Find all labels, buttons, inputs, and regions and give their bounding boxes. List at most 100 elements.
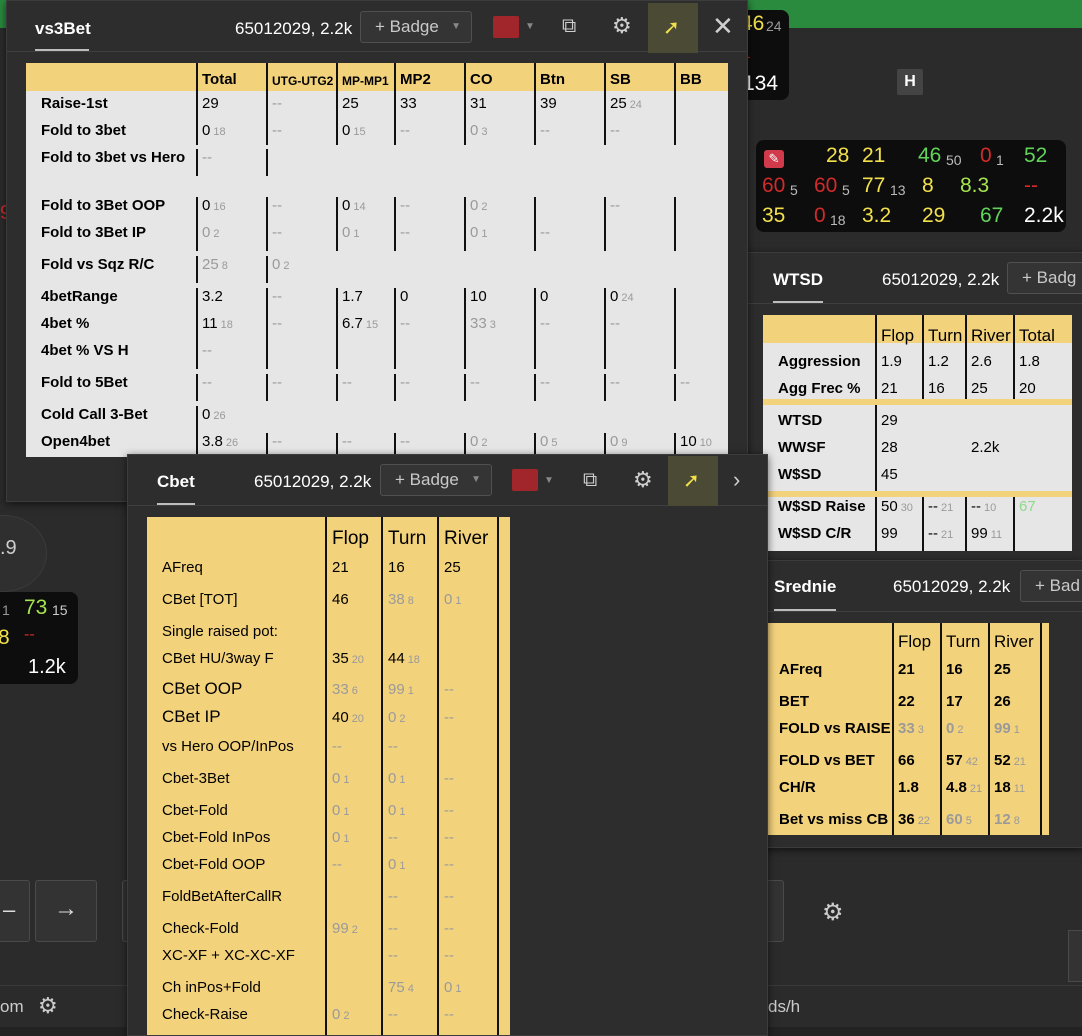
copy-icon[interactable]: ⧉ [562,15,576,38]
stat-value: 01 [470,224,487,241]
stat-value: -- [388,888,401,905]
gear-icon[interactable]: ⚙ [633,467,653,493]
stat-value: 57 42 [946,752,978,769]
stat-value [680,197,683,214]
tab-vs3bet[interactable]: vs3Bet [35,19,91,39]
pin-button[interactable]: ➚ [648,3,698,53]
row-label: W$SD [778,466,822,483]
column-divider [336,374,338,401]
add-badge-button[interactable]: + Bad [1020,570,1082,602]
nav-back-button[interactable]: – [0,880,30,942]
stat-number: 0 [202,197,211,214]
stat-value: 33 3 [898,720,924,737]
chevron-right-icon[interactable]: › [733,467,740,493]
stat-value: 25 [342,95,362,112]
tab-wtsd[interactable]: WTSD [773,270,823,290]
seat-hud-stats: ✎ 28 21 46 50 0 1 52 60 5 60 5 77 13 8 8.3 -- 35 0 18 3.2 29… [756,140,1066,232]
settings-icon[interactable]: ⚙ [38,993,58,1019]
stat-value: 02 [470,433,487,450]
stat-value: 01 [342,224,359,241]
stat-number: 31 [470,95,487,112]
stat-value: 01 [332,770,349,787]
chevron-down-icon[interactable]: ▼ [544,475,554,486]
sample-size: 16 [213,201,226,213]
add-badge-button[interactable]: + Badge ▼ [380,464,492,496]
stat-number: 3.2 [202,288,223,305]
close-icon[interactable]: ✕ [712,11,734,42]
sample-size: 3 [917,724,924,736]
right-edge-button[interactable] [1068,930,1082,982]
column-divider [875,315,877,399]
chevron-down-icon: ▼ [471,474,481,485]
stat-number: -- [272,197,282,214]
pin-button[interactable]: ➚ [668,456,718,506]
stat-number: -- [272,95,282,112]
stat-number: 75 [388,979,405,996]
stat-value: -- [272,122,285,139]
copy-icon[interactable]: ⧉ [583,469,597,492]
row-label: FoldBetAfterCallR [162,888,283,905]
stat-number: -- [444,829,454,846]
table-band [26,177,728,193]
column-header: Btn [540,71,565,88]
column-divider [394,288,396,369]
column-divider [196,149,198,176]
sample-size: 14 [353,201,366,213]
stat-number: 0 [332,770,341,787]
stat-value: 02 [332,1006,349,1023]
stat-number: 99 [994,720,1011,737]
stat-number: -- [444,709,454,726]
tab-srednie[interactable]: Srednie [774,577,836,597]
stat-number: 67 [1019,498,1036,515]
row-label: Raise-1st [41,95,108,112]
seat-stat-sample: 13 [890,182,906,198]
stat-value: 38 8 [388,591,414,608]
right-panel-button[interactable] [766,880,784,942]
stat-value [332,888,335,905]
column-divider [604,63,606,145]
column-divider [604,197,606,251]
gear-icon[interactable]: ⚙ [822,898,844,927]
stat-number: -- [680,374,690,391]
stat-value: 35 20 [332,650,364,667]
stat-value: 21 [898,661,918,678]
stat-number: 99 [388,681,405,698]
add-badge-button[interactable]: + Badg [1007,262,1082,294]
stat-value: -- [332,738,345,755]
stat-value: -- [400,197,413,214]
stat-value: 25 [444,559,464,576]
color-swatch[interactable] [512,469,538,491]
add-badge-button[interactable]: + Badge ▼ [360,11,472,43]
nav-forward-button[interactable]: → [35,880,97,942]
sample-size: 1 [343,774,350,786]
stat-value: -- [400,122,413,139]
stat-value: 01 [332,829,349,846]
stat-value: 26 [994,693,1014,710]
edit-icon[interactable]: ✎ [764,150,784,168]
stat-number: 1.8 [898,779,919,796]
column-divider [965,315,967,399]
sample-size: 1 [399,774,406,786]
footer-left-text: om [0,997,24,1016]
stat-number: 10 [470,288,487,305]
stat-value: 25 8 [202,256,228,273]
hud-h-icon[interactable]: H [897,69,923,95]
stat-value: 02 [388,709,405,726]
row-label: Bet vs miss CB [779,811,889,828]
seat-stat: 0 [814,204,826,227]
stat-value: 0 16 [202,197,226,214]
tab-cbet[interactable]: Cbet [157,472,195,492]
color-swatch[interactable] [493,16,519,38]
stat-value: -- [342,374,355,391]
stat-value: 33 6 [332,681,358,698]
stat-value: 25 24 [610,95,642,112]
sample-size: 1 [353,228,360,240]
stat-value: -- [272,315,285,332]
column-header: MP-MP1 [342,74,389,88]
chevron-down-icon[interactable]: ▼ [525,21,535,32]
stat-number: -- [272,315,282,332]
stat-number: -- [202,342,212,359]
sample-size: 2 [399,713,406,725]
gear-icon[interactable]: ⚙ [612,13,632,39]
stat-number: 0 [202,406,211,423]
